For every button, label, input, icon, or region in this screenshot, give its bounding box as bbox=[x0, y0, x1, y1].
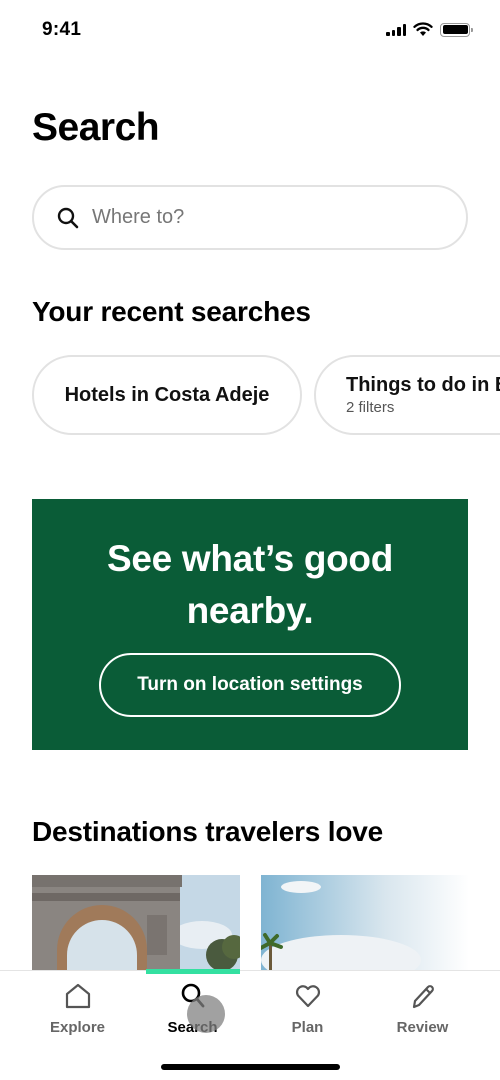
destinations-title: Destinations travelers love bbox=[32, 816, 383, 847]
search-input[interactable] bbox=[92, 206, 412, 229]
recent-search-chip[interactable]: Hotels in Costa Adeje bbox=[32, 355, 302, 435]
destinations-list bbox=[32, 875, 469, 975]
destination-card[interactable] bbox=[32, 875, 240, 975]
status-bar: 9:41 bbox=[0, 0, 500, 62]
destination-card[interactable] bbox=[261, 875, 469, 975]
tab-plan[interactable]: Plan bbox=[250, 981, 365, 1036]
banner-title-line: See what’s good bbox=[106, 538, 394, 579]
pencil-icon bbox=[412, 985, 434, 1009]
bottom-tab-bar: Explore Search Plan Review bbox=[0, 969, 500, 1080]
search-field[interactable] bbox=[32, 185, 468, 250]
status-time: 9:41 bbox=[42, 19, 82, 40]
location-banner: See what’s good nearby. Turn on location… bbox=[32, 499, 468, 750]
wifi-icon bbox=[413, 22, 433, 36]
recent-search-label: Things to do in B bbox=[346, 374, 500, 396]
recent-search-filters: 2 filters bbox=[346, 399, 395, 416]
search-icon bbox=[57, 207, 79, 228]
home-indicator[interactable] bbox=[161, 1064, 340, 1070]
tab-explore[interactable]: Explore bbox=[20, 981, 135, 1036]
recent-searches-list: Hotels in Costa Adeje Things to do in B … bbox=[32, 355, 500, 435]
tab-review[interactable]: Review bbox=[365, 981, 480, 1036]
tab-label: Review bbox=[396, 1019, 449, 1036]
banner-title-line: nearby. bbox=[186, 590, 314, 631]
home-icon bbox=[65, 983, 90, 1009]
heart-icon bbox=[295, 985, 320, 1008]
status-icons bbox=[386, 22, 473, 37]
touch-indicator bbox=[187, 995, 225, 1033]
page-title: Search bbox=[32, 106, 160, 149]
battery-icon bbox=[440, 22, 473, 37]
arch-monument-image bbox=[32, 875, 240, 975]
tab-label: Explore bbox=[49, 1019, 106, 1036]
location-settings-button[interactable]: Turn on location settings bbox=[99, 653, 401, 717]
active-tab-indicator bbox=[146, 969, 240, 974]
palm-tree-sky-image bbox=[261, 875, 469, 975]
recent-searches-title: Your recent searches bbox=[32, 296, 311, 327]
recent-search-label: Hotels in Costa Adeje bbox=[64, 383, 270, 406]
tab-label: Plan bbox=[291, 1019, 324, 1036]
cellular-signal-icon bbox=[386, 23, 406, 36]
recent-search-chip[interactable]: Things to do in B 2 filters bbox=[314, 355, 500, 435]
location-banner-title: See what’s good nearby. bbox=[107, 533, 393, 637]
